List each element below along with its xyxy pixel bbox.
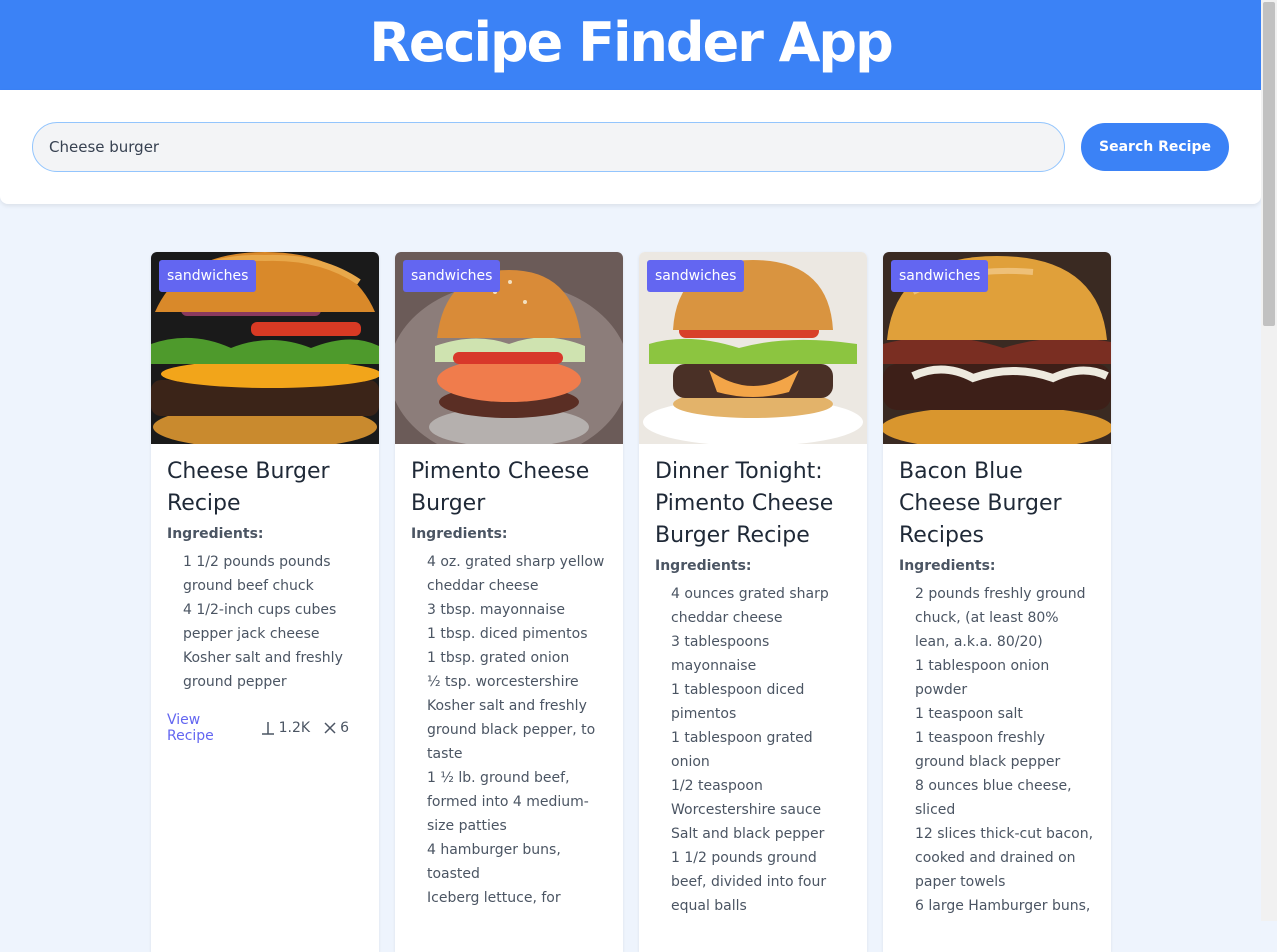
ingredient-item: 1 tablespoon grated onion	[671, 730, 813, 770]
ingredient-item: 3 tbsp. mayonnaise	[427, 602, 566, 618]
close-icon	[324, 722, 336, 734]
search-input[interactable]	[32, 122, 1065, 172]
recipe-card: sandwiches Bacon Blue Cheese Burger Reci…	[883, 252, 1111, 952]
ingredient-item: 1 ½ lb. ground beef, formed into 4 mediu…	[427, 770, 589, 834]
recipe-image: sandwiches	[151, 252, 379, 444]
ingredients-label: Ingredients:	[655, 558, 752, 574]
ingredient-item: 4 ounces grated sharp cheddar cheese	[671, 586, 829, 626]
view-recipe-link[interactable]: View Recipe	[167, 712, 245, 744]
ingredient-item: Kosher salt and freshly ground black pep…	[427, 698, 596, 762]
app-header: Recipe Finder App	[0, 0, 1261, 90]
ingredient-item: 4 1/2-inch cups cubes pepper jack cheese	[183, 602, 337, 642]
recipe-card: sandwiches Pimento Cheese Burger Ingredi…	[395, 252, 623, 952]
recipe-title: Dinner Tonight: Pimento Cheese Burger Re…	[655, 459, 834, 548]
recipe-image: sandwiches	[639, 252, 867, 444]
ingredient-item: 12 slices thick-cut bacon, cooked and dr…	[915, 826, 1094, 890]
stat-b-value: 6	[340, 720, 349, 736]
ingredients-label: Ingredients:	[167, 526, 264, 542]
ingredient-item: 4 oz. grated sharp yellow cheddar cheese	[427, 554, 605, 594]
ingredients-label: Ingredients:	[411, 526, 508, 542]
category-badge: sandwiches	[403, 260, 501, 292]
ingredient-item: Iceberg lettuce, for	[427, 890, 561, 906]
ingredient-item: ½ tsp. worcestershire	[427, 674, 579, 690]
ingredient-item: 1/2 teaspoon Worcestershire sauce	[671, 778, 822, 818]
search-panel: Search Recipe	[0, 90, 1261, 204]
pin-icon	[261, 722, 274, 735]
vertical-scrollbar[interactable]	[1261, 0, 1277, 921]
recipe-card: sandwiches Cheese Burger Recipe Ingredie…	[151, 252, 379, 952]
ingredient-item: 1 tablespoon diced pimentos	[671, 682, 805, 722]
ingredients-list: 2 pounds freshly ground chuck, (at least…	[899, 582, 1095, 918]
ingredient-item: 1 tablespoon onion powder	[915, 658, 1050, 698]
ingredient-item: 1 teaspoon salt	[915, 706, 1023, 722]
ingredient-item: 6 large Hamburger buns,	[915, 898, 1091, 914]
stat-a: 1.2K	[261, 720, 310, 736]
ingredient-item: 1 1/2 pounds ground beef, divided into f…	[671, 850, 827, 914]
ingredient-item: Kosher salt and freshly ground pepper	[183, 650, 343, 690]
ingredients-label: Ingredients:	[899, 558, 996, 574]
ingredient-item: 1 tbsp. grated onion	[427, 650, 570, 666]
category-badge: sandwiches	[647, 260, 745, 292]
ingredient-item: 2 pounds freshly ground chuck, (at least…	[915, 586, 1086, 650]
search-recipe-button[interactable]: Search Recipe	[1081, 123, 1229, 171]
recipe-title: Pimento Cheese Burger	[411, 459, 590, 516]
recipe-title: Cheese Burger Recipe	[167, 459, 330, 516]
stat-b: 6	[324, 720, 349, 736]
ingredients-list: 4 ounces grated sharp cheddar cheese 3 t…	[655, 582, 851, 918]
recipe-title: Bacon Blue Cheese Burger Recipes	[899, 459, 1062, 548]
ingredient-item: 3 tablespoons mayonnaise	[671, 634, 770, 674]
ingredient-item: 1 tbsp. diced pimentos	[427, 626, 588, 642]
ingredients-list: 1 1/2 pounds pounds ground beef chuck 4 …	[167, 550, 363, 694]
ingredients-list: 4 oz. grated sharp yellow cheddar cheese…	[411, 550, 607, 910]
stat-a-value: 1.2K	[278, 720, 311, 736]
ingredient-item: 1 teaspoon freshly ground black pepper	[915, 730, 1061, 770]
recipe-image: sandwiches	[395, 252, 623, 444]
recipe-image: sandwiches	[883, 252, 1111, 444]
app-title: Recipe Finder App	[369, 11, 893, 74]
card-footer: View Recipe 1.2K 6	[167, 712, 363, 744]
scrollbar-thumb[interactable]	[1263, 2, 1275, 326]
ingredient-item: 8 ounces blue cheese, sliced	[915, 778, 1072, 818]
category-badge: sandwiches	[891, 260, 989, 292]
ingredient-item: 4 hamburger buns, toasted	[427, 842, 561, 882]
recipe-card: sandwiches Dinner Tonight: Pimento Chees…	[639, 252, 867, 952]
ingredient-item: 1 1/2 pounds pounds ground beef chuck	[183, 554, 331, 594]
category-badge: sandwiches	[159, 260, 257, 292]
ingredient-item: Salt and black pepper	[671, 826, 825, 842]
